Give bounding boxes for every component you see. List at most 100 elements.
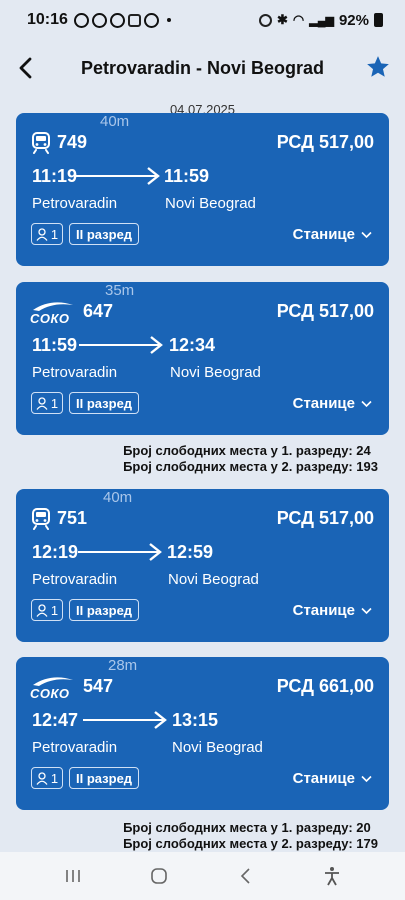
status-time: 10:16 — [27, 11, 68, 28]
departure-station: Petrovaradin — [32, 739, 118, 756]
passenger-count: 1 — [50, 602, 59, 618]
favorite-button[interactable] — [365, 54, 391, 80]
train-card[interactable]: 751 РСД 517,00 12:19 40m 12:59 Petrovara… — [16, 489, 389, 642]
passenger-count-badge: 1 — [31, 599, 63, 621]
soko-icon: СОКО — [30, 675, 76, 701]
free-seats-info: Број слободних места у 1. разреду: 24 Бр… — [123, 443, 378, 475]
train-number: 547 — [83, 676, 114, 696]
messenger-icon-2 — [143, 12, 159, 28]
person-icon — [36, 396, 48, 410]
ticket-price: РСД 517,00 — [276, 301, 374, 321]
passenger-count: 1 — [50, 226, 59, 242]
alarm-icon — [259, 13, 272, 27]
stations-toggle[interactable]: Станице — [293, 602, 372, 619]
free-seats-second-class: Број слободних места у 2. разреду: 193 — [123, 459, 378, 474]
soko-label: СОКО — [30, 311, 70, 326]
arrival-station: Novi Beograd — [165, 195, 256, 212]
arrival-time: 12:59 — [167, 542, 214, 562]
stations-toggle[interactable]: Станице — [293, 395, 372, 412]
soko-label: СОКО — [30, 686, 70, 701]
free-seats-first-class: Број слободних места у 1. разреду: 24 — [123, 443, 371, 458]
duration-arrow-icon — [79, 336, 163, 354]
train-card[interactable]: СОКО 647 РСД 517,00 11:59 35m 12:34 Petr… — [16, 282, 389, 435]
battery-percent: 92% — [338, 11, 369, 29]
trip-duration: 28m — [106, 657, 140, 674]
ticket-price: РСД 517,00 — [276, 508, 374, 528]
whatsapp-icon — [73, 12, 89, 28]
duration-arrow-icon — [83, 711, 167, 729]
accessibility-icon — [324, 867, 339, 886]
duration-arrow-icon — [76, 167, 160, 185]
bluetooth-icon: ✱ — [277, 12, 288, 27]
more-notifications-dot — [166, 18, 171, 22]
person-icon — [36, 771, 48, 785]
ticket-price: РСД 661,00 — [276, 676, 374, 696]
departure-time: 11:19 — [32, 166, 78, 186]
passenger-count-badge: 1 — [31, 223, 63, 245]
messenger-icon — [91, 12, 107, 28]
stations-label: Станице — [292, 395, 355, 412]
train-icon — [32, 132, 50, 154]
chevron-down-icon — [361, 231, 372, 238]
free-seats-second-class: Број слободних места у 2. разреду: 179 — [123, 836, 378, 851]
arrival-time: 12:34 — [169, 335, 216, 355]
chat-icon — [109, 12, 125, 28]
duration-arrow-icon — [78, 543, 162, 561]
app-header: Petrovaradin - Novi Beograd — [0, 40, 405, 96]
passenger-count-badge: 1 — [31, 767, 63, 789]
recent-apps-button[interactable] — [53, 861, 93, 891]
trip-duration: 35m — [103, 282, 137, 299]
departure-time: 12:47 — [32, 710, 79, 730]
chevron-down-icon — [361, 400, 372, 407]
departure-station: Petrovaradin — [32, 571, 118, 588]
person-icon — [36, 603, 48, 617]
back-arrow-icon — [19, 57, 32, 79]
train-number: 751 — [57, 508, 88, 528]
trip-duration: 40m — [101, 489, 135, 506]
stations-label: Станице — [292, 770, 355, 787]
chevron-down-icon — [361, 607, 372, 614]
arrival-time: 11:59 — [164, 166, 210, 186]
back-button[interactable] — [14, 52, 42, 84]
stations-toggle[interactable]: Станице — [293, 226, 372, 243]
trip-duration: 40m — [98, 113, 132, 130]
stations-toggle[interactable]: Станице — [293, 770, 372, 787]
stations-label: Станице — [292, 602, 355, 619]
train-icon — [32, 508, 50, 530]
arrival-station: Novi Beograd — [168, 571, 259, 588]
star-icon — [367, 56, 389, 77]
chevron-down-icon — [361, 775, 372, 782]
page-title: Petrovaradin - Novi Beograd — [80, 57, 325, 78]
ticket-price: РСД 517,00 — [276, 132, 374, 152]
free-seats-info: Број слободних места у 1. разреду: 20 Бр… — [123, 820, 378, 852]
free-seats-first-class: Број слободних места у 1. разреду: 20 — [123, 820, 371, 835]
arrival-time: 13:15 — [172, 710, 219, 730]
train-card[interactable]: 749 РСД 517,00 11:19 40m 11:59 Petrovara… — [16, 113, 389, 266]
class-badge: II разред — [69, 392, 140, 414]
home-button[interactable] — [139, 861, 179, 891]
departure-station: Petrovaradin — [32, 195, 118, 212]
departure-time: 12:19 — [32, 542, 79, 562]
soko-icon: СОКО — [30, 300, 76, 326]
departure-station: Petrovaradin — [32, 364, 118, 381]
system-nav-bar — [0, 852, 405, 900]
departure-time: 11:59 — [32, 335, 78, 355]
passenger-count: 1 — [50, 770, 59, 786]
notification-icons — [73, 12, 171, 28]
accessibility-button[interactable] — [312, 861, 352, 891]
recent-apps-icon — [66, 870, 80, 882]
battery-icon — [374, 13, 383, 27]
home-icon — [151, 868, 168, 884]
arrival-station: Novi Beograd — [170, 364, 261, 381]
signal-icon: ▂▄▆ — [309, 14, 334, 27]
class-badge: II разред — [69, 223, 140, 245]
passenger-count-badge: 1 — [31, 392, 63, 414]
train-number: 749 — [57, 132, 88, 152]
passenger-count: 1 — [50, 395, 59, 411]
train-number: 647 — [83, 301, 114, 321]
system-back-button[interactable] — [226, 861, 266, 891]
class-badge: II разред — [69, 599, 140, 621]
stations-label: Станице — [292, 226, 355, 243]
train-card[interactable]: СОКО 547 РСД 661,00 12:47 28m 13:15 Petr… — [16, 657, 389, 810]
person-icon — [36, 227, 48, 241]
